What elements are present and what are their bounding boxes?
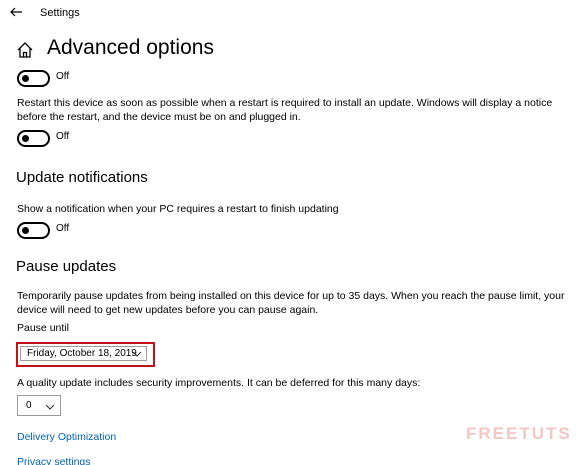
toggle-knob	[22, 75, 29, 82]
toggle-state-label: Off	[56, 131, 70, 142]
title-bar: Settings	[0, 0, 587, 28]
chevron-down-icon	[45, 404, 55, 410]
chevron-down-icon	[132, 351, 142, 357]
home-icon	[17, 42, 33, 58]
restart-description: Restart this device as soon as possible …	[17, 97, 553, 123]
quality-update-description: A quality update includes security impro…	[17, 377, 421, 389]
pause-until-dropdown-box: Friday, October 18, 2019	[20, 346, 147, 361]
update-notifications-heading: Update notifications	[16, 169, 148, 186]
app-title: Settings	[40, 7, 80, 19]
update-notifications-toggle[interactable]	[17, 222, 50, 239]
privacy-settings-link[interactable]: Privacy settings	[17, 456, 97, 465]
toggle-state-label: Off	[56, 223, 70, 234]
delivery-optimization-link[interactable]: Delivery Optimization	[17, 431, 116, 443]
restart-toggle[interactable]	[17, 130, 50, 147]
defer-days-value: 0	[26, 400, 32, 411]
toggle-knob	[22, 227, 29, 234]
back-arrow-icon[interactable]	[8, 4, 24, 20]
first-setting-toggle[interactable]	[17, 70, 50, 87]
pause-until-label: Pause until	[17, 322, 69, 334]
pause-until-dropdown[interactable]: Friday, October 18, 2019	[16, 342, 155, 367]
freetuts-watermark: FREETUTS	[466, 424, 572, 443]
pause-until-value: Friday, October 18, 2019	[27, 348, 137, 359]
toggle-state-label: Off	[56, 71, 70, 82]
defer-days-dropdown[interactable]: 0	[17, 395, 61, 416]
pause-updates-description: Temporarily pause updates from being ins…	[17, 290, 565, 316]
pause-updates-heading: Pause updates	[16, 258, 117, 275]
privacy-settings-link-text: Privacy settings	[17, 456, 91, 465]
toggle-knob	[22, 135, 29, 142]
page-title: Advanced options	[47, 36, 214, 59]
update-notifications-description: Show a notification when your PC require…	[17, 203, 339, 215]
